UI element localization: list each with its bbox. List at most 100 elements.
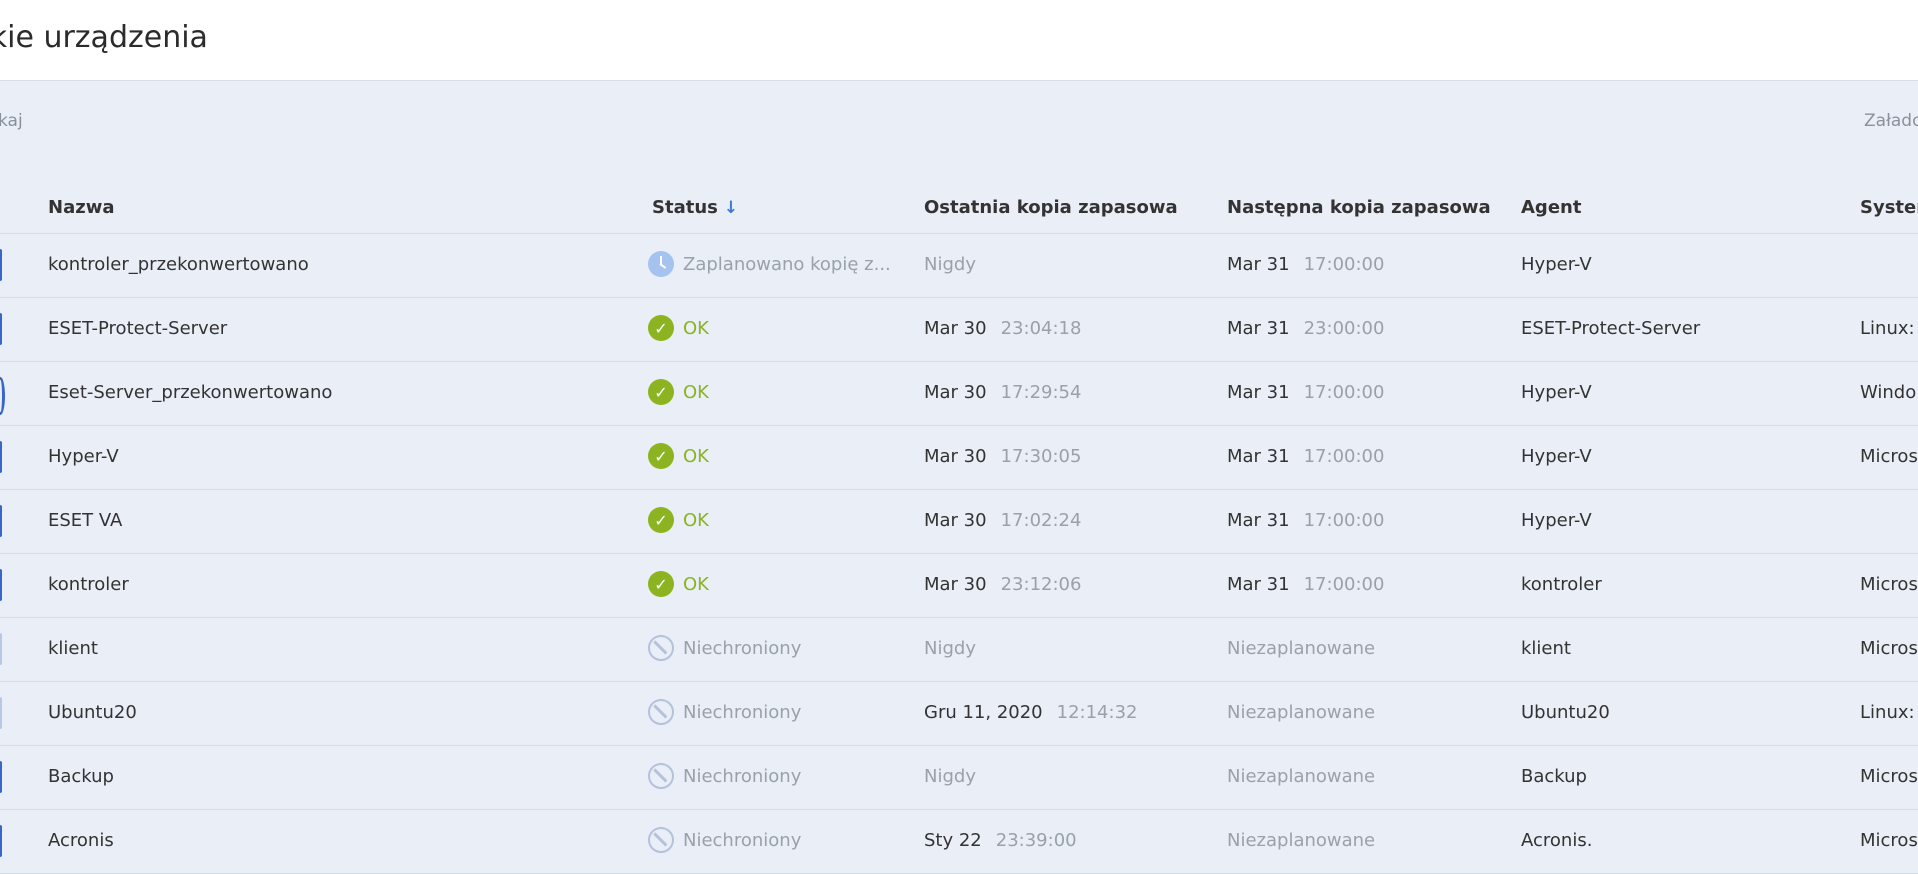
last-backup-time: 23:04:18 bbox=[1000, 318, 1082, 339]
last-backup-date: Mar 30 bbox=[924, 510, 987, 531]
last-backup-cell: Nigdy bbox=[924, 254, 976, 275]
device-type-icon bbox=[0, 505, 2, 537]
next-backup-date: Mar 31 bbox=[1227, 510, 1290, 531]
page-title: tkie urządzenia bbox=[0, 20, 208, 55]
table-row[interactable]: Backup Niechroniony Nigdy Niezaplanowane Bac… bbox=[0, 746, 1918, 810]
next-backup-date: Niezaplanowane bbox=[1227, 766, 1376, 787]
operating-system: Windo bbox=[1860, 382, 1917, 403]
table-header: Nazwa Status ↓ Ostatnia kopia zapasowa Na… bbox=[0, 181, 1918, 234]
table-row[interactable]: ESET-Protect-Server ✓ OK Mar 30 23:04:18 Mar … bbox=[0, 298, 1918, 362]
last-backup-cell: Sty 22 23:39:00 bbox=[924, 830, 1077, 851]
next-backup-date: Mar 31 bbox=[1227, 574, 1290, 595]
status-cell: Zaplanowano kopię z... bbox=[648, 251, 891, 277]
agent-name: Acronis. bbox=[1521, 830, 1593, 851]
device-name[interactable]: klient bbox=[48, 638, 98, 659]
last-backup-date: Mar 30 bbox=[924, 574, 987, 595]
loaded-count-label: Załado bbox=[1864, 111, 1918, 131]
device-name[interactable]: Backup bbox=[48, 766, 114, 787]
last-backup-date: Nigdy bbox=[924, 766, 976, 787]
table-row[interactable]: Eset-Server_przekonwertowano ✓ OK Mar 30 17:… bbox=[0, 362, 1918, 426]
status-text: OK bbox=[683, 509, 709, 531]
device-name[interactable]: Acronis bbox=[48, 830, 114, 851]
device-name[interactable]: kontroler_przekonwertowano bbox=[48, 254, 309, 275]
last-backup-time: 12:14:32 bbox=[1056, 702, 1138, 723]
search-input[interactable]: kaj bbox=[0, 111, 23, 131]
operating-system: Micros bbox=[1860, 446, 1918, 467]
next-backup-date: Mar 31 bbox=[1227, 254, 1290, 275]
column-header-agent[interactable]: Agent bbox=[1521, 197, 1581, 218]
last-backup-date: Mar 30 bbox=[924, 382, 987, 403]
table-row[interactable]: klient Niechroniony Nigdy Niezaplanowane kli… bbox=[0, 618, 1918, 682]
page-header: tkie urządzenia bbox=[0, 0, 1918, 81]
ban-icon bbox=[648, 635, 674, 661]
sort-down-arrow-icon: ↓ bbox=[723, 198, 739, 218]
device-name[interactable]: Hyper-V bbox=[48, 446, 119, 467]
agent-name: Backup bbox=[1521, 766, 1587, 787]
table-row[interactable]: Ubuntu20 Niechroniony Gru 11, 2020 12:14:32… bbox=[0, 682, 1918, 746]
last-backup-cell: Gru 11, 2020 12:14:32 bbox=[924, 702, 1137, 723]
device-name[interactable]: Ubuntu20 bbox=[48, 702, 137, 723]
next-backup-cell: Niezaplanowane bbox=[1227, 766, 1375, 787]
agent-name: Hyper-V bbox=[1521, 254, 1592, 275]
table-row[interactable]: kontroler_przekonwertowano Zaplanowano ko… bbox=[0, 234, 1918, 298]
check-icon: ✓ bbox=[648, 379, 674, 405]
device-type-icon bbox=[0, 313, 2, 345]
operating-system: Micros bbox=[1860, 766, 1918, 787]
device-type-icon bbox=[0, 441, 2, 473]
status-cell: ✓ OK bbox=[648, 571, 709, 597]
device-type-icon bbox=[0, 377, 5, 415]
status-cell: Niechroniony bbox=[648, 763, 801, 789]
next-backup-time: 17:00:00 bbox=[1303, 510, 1385, 531]
status-text: OK bbox=[683, 573, 709, 595]
column-header-status[interactable]: Status ↓ bbox=[652, 197, 738, 218]
last-backup-date: Nigdy bbox=[924, 638, 976, 659]
next-backup-time: 17:00:00 bbox=[1303, 574, 1385, 595]
device-name[interactable]: kontroler bbox=[48, 574, 129, 595]
next-backup-cell: Niezaplanowane bbox=[1227, 638, 1375, 659]
last-backup-date: Sty 22 bbox=[924, 830, 982, 851]
next-backup-date: Niezaplanowane bbox=[1227, 702, 1376, 723]
status-cell: ✓ OK bbox=[648, 315, 709, 341]
next-backup-date: Niezaplanowane bbox=[1227, 638, 1376, 659]
ban-icon bbox=[648, 763, 674, 789]
operating-system: Linux: bbox=[1860, 702, 1915, 723]
last-backup-date: Nigdy bbox=[924, 254, 976, 275]
table-row[interactable]: kontroler ✓ OK Mar 30 23:12:06 Mar 31 17:00:00… bbox=[0, 554, 1918, 618]
operating-system: Linux: bbox=[1860, 318, 1915, 339]
agent-name: Hyper-V bbox=[1521, 382, 1592, 403]
last-backup-time: 23:12:06 bbox=[1000, 574, 1082, 595]
last-backup-time: 17:02:24 bbox=[1000, 510, 1082, 531]
ban-icon bbox=[648, 699, 674, 725]
status-cell: Niechroniony bbox=[648, 699, 801, 725]
column-header-next-backup[interactable]: Następna kopia zapasowa bbox=[1227, 197, 1491, 218]
device-name[interactable]: Eset-Server_przekonwertowano bbox=[48, 382, 332, 403]
status-text: OK bbox=[683, 381, 709, 403]
device-name[interactable]: ESET VA bbox=[48, 510, 122, 531]
table-row[interactable]: Acronis Niechroniony Sty 22 23:39:00 Niezapl… bbox=[0, 810, 1918, 874]
next-backup-cell: Niezaplanowane bbox=[1227, 702, 1375, 723]
last-backup-cell: Mar 30 17:02:24 bbox=[924, 510, 1081, 531]
status-text: OK bbox=[683, 317, 709, 339]
column-header-system[interactable]: Systen bbox=[1860, 197, 1918, 218]
agent-name: klient bbox=[1521, 638, 1571, 659]
table-row[interactable]: Hyper-V ✓ OK Mar 30 17:30:05 Mar 31 17:00:00 Hy… bbox=[0, 426, 1918, 490]
table-row[interactable]: ESET VA ✓ OK Mar 30 17:02:24 Mar 31 17:00:00 Hy… bbox=[0, 490, 1918, 554]
next-backup-cell: Mar 31 23:00:00 bbox=[1227, 318, 1384, 339]
ban-icon bbox=[648, 827, 674, 853]
device-name[interactable]: ESET-Protect-Server bbox=[48, 318, 227, 339]
last-backup-cell: Nigdy bbox=[924, 638, 976, 659]
check-icon: ✓ bbox=[648, 443, 674, 469]
status-cell: Niechroniony bbox=[648, 635, 801, 661]
operating-system: Micros bbox=[1860, 830, 1918, 851]
next-backup-date: Mar 31 bbox=[1227, 318, 1290, 339]
next-backup-cell: Mar 31 17:00:00 bbox=[1227, 510, 1384, 531]
next-backup-cell: Mar 31 17:00:00 bbox=[1227, 446, 1384, 467]
last-backup-time: 17:29:54 bbox=[1000, 382, 1082, 403]
status-text: Niechroniony bbox=[683, 829, 802, 851]
last-backup-time: 17:30:05 bbox=[1000, 446, 1082, 467]
column-header-last-backup[interactable]: Ostatnia kopia zapasowa bbox=[924, 197, 1178, 218]
column-header-name[interactable]: Nazwa bbox=[48, 197, 114, 218]
device-type-icon bbox=[0, 697, 2, 729]
device-type-icon bbox=[0, 761, 2, 793]
last-backup-date: Mar 30 bbox=[924, 318, 987, 339]
